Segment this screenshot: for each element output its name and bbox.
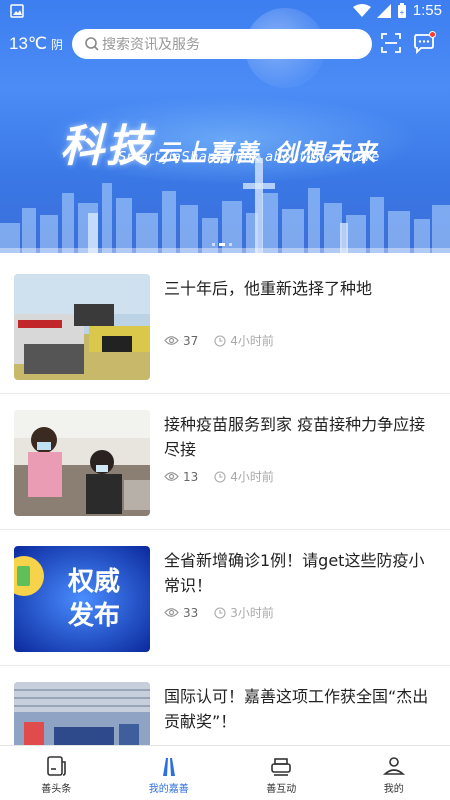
view-count: 13 <box>183 469 199 484</box>
news-title: 国际认可！嘉善这项工作获全国“杰出贡献奖”！ <box>164 687 429 731</box>
news-meta: 33 3小时前 <box>164 604 274 621</box>
vaccination-photo <box>14 410 150 516</box>
banner-pagination <box>212 243 232 246</box>
search-icon <box>85 37 99 51</box>
tab-headlines[interactable]: 善头条 <box>0 746 113 800</box>
tab-my-jiashan[interactable]: 我的嘉善 <box>113 746 226 800</box>
news-meta: 13 4小时前 <box>164 468 274 485</box>
gallery-notification-icon <box>10 4 24 18</box>
temperature: 13℃ <box>9 34 48 53</box>
publish-time: 4小时前 <box>230 334 274 348</box>
news-title: 全省新增确诊1例！请get这些防疫小常识！ <box>164 551 425 595</box>
banner-dot <box>212 243 215 246</box>
clock: 1:55 <box>412 2 442 19</box>
news-title: 三十年后，他重新选择了种地 <box>164 279 373 298</box>
bottom-nav: 善头条 我的嘉善 善互动 我的 <box>0 745 450 800</box>
banner-dot-active <box>219 243 225 246</box>
jiashan-icon <box>162 758 175 776</box>
tab-interact[interactable]: 善互动 <box>225 746 338 800</box>
tab-label: 善互动 <box>266 784 297 795</box>
unread-dot <box>429 31 436 38</box>
svg-text:+: + <box>399 8 404 17</box>
news-feed: 三十年后，他重新选择了种地 37 4小时前 接种疫苗服务到家 疫苗接种力争应接尽… <box>0 258 450 800</box>
message-button[interactable] <box>412 31 436 55</box>
news-thumbnail: 权威 发布 <box>14 546 150 652</box>
harvester-photo <box>14 274 150 380</box>
news-item[interactable]: 权威 发布 全省新增确诊1例！请get这些防疫小常识！ 33 3小时前 <box>0 530 450 666</box>
publish-time: 3小时前 <box>230 606 274 620</box>
interact-icon <box>271 758 292 776</box>
scan-icon[interactable] <box>380 32 402 54</box>
thumb-text-line2: 发布 <box>67 600 120 631</box>
banner-dot <box>229 243 232 246</box>
news-icon <box>47 756 67 776</box>
eye-icon <box>164 336 179 345</box>
publish-time: 4小时前 <box>230 470 274 484</box>
view-count: 33 <box>183 605 199 620</box>
eye-icon <box>164 472 179 481</box>
signal-icon <box>376 3 391 18</box>
news-thumbnail <box>14 274 150 380</box>
tab-profile[interactable]: 我的 <box>338 746 450 800</box>
tab-label: 我的嘉善 <box>148 784 189 795</box>
search-placeholder: 搜索资讯及服务 <box>102 37 200 53</box>
battery-icon: + <box>397 2 406 18</box>
tab-label: 我的 <box>383 784 404 795</box>
weather-condition: 阴 <box>51 38 64 52</box>
eye-icon <box>164 608 179 617</box>
thumb-text-line1: 权威 <box>67 566 120 597</box>
news-item[interactable]: 接种疫苗服务到家 疫苗接种力争应接尽接 13 4小时前 <box>0 394 450 530</box>
search-bar[interactable]: 搜索资讯及服务 <box>72 29 372 59</box>
news-thumbnail <box>14 410 150 516</box>
status-bar: + 1:55 <box>0 0 450 24</box>
profile-icon <box>382 757 405 775</box>
clock-icon <box>214 334 226 347</box>
news-title: 接种疫苗服务到家 疫苗接种力争应接尽接 <box>164 415 426 459</box>
clock-icon <box>214 606 226 619</box>
wifi-icon <box>352 3 371 17</box>
banner-subtitle: Smart JiaShan, think about the future <box>118 150 380 165</box>
authority-release-graphic: 权威 发布 <box>14 546 150 652</box>
news-meta: 37 4小时前 <box>164 332 274 349</box>
weather-widget[interactable]: 13℃ 阴 <box>9 34 63 54</box>
clock-icon <box>214 470 226 483</box>
tab-label: 善头条 <box>41 784 72 795</box>
news-item[interactable]: 三十年后，他重新选择了种地 37 4小时前 <box>0 258 450 394</box>
view-count: 37 <box>183 333 199 348</box>
